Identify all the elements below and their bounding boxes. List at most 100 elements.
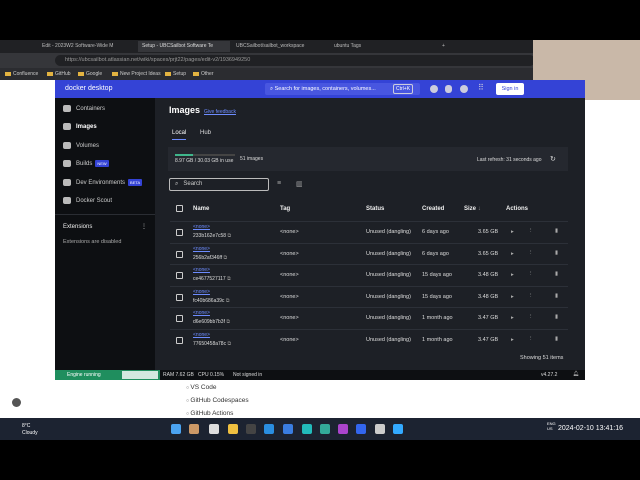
language[interactable]: ENG US bbox=[547, 421, 557, 431]
table-row[interactable]: <none> d6e609bb7b3f ⧉ <none> Unused (dan… bbox=[170, 307, 568, 328]
learn-icon[interactable] bbox=[430, 85, 438, 93]
table-row[interactable]: <none> fc40b686a39c ⧉ <none> Unused (dan… bbox=[170, 285, 568, 307]
more-icon[interactable]: ⋮ bbox=[528, 314, 534, 320]
run-icon[interactable]: ▸ bbox=[511, 315, 514, 321]
table-row[interactable]: <none> ce4677527117 ⧉ <none> Unused (dan… bbox=[170, 264, 568, 285]
image-name-link[interactable]: <none> bbox=[193, 332, 210, 338]
sidebar-item-containers[interactable]: Containers bbox=[63, 105, 105, 112]
more-icon[interactable]: ⋮ bbox=[528, 336, 534, 342]
image-name-link[interactable]: <none> bbox=[193, 267, 210, 273]
sidebar-item-dev-environments[interactable]: Dev Environments BETA bbox=[63, 179, 143, 187]
copy-icon[interactable]: ⧉ bbox=[227, 276, 231, 282]
trash-icon[interactable]: ▮ bbox=[555, 250, 558, 256]
col-status[interactable]: Status bbox=[366, 206, 384, 212]
col-created[interactable]: Created bbox=[422, 206, 444, 212]
copy-icon[interactable]: ⧉ bbox=[227, 233, 231, 239]
tab-hub[interactable]: Hub bbox=[200, 130, 211, 136]
sidebar-item-builds[interactable]: Builds NEW bbox=[63, 160, 109, 168]
col-size[interactable]: Size ↓ bbox=[464, 206, 481, 212]
browser-tab[interactable]: ubuntu Tags bbox=[330, 41, 430, 52]
bookmark[interactable]: Confluence bbox=[5, 71, 38, 77]
app-icon[interactable] bbox=[189, 424, 199, 434]
browser-tab[interactable]: UBCSailbot/sailbot_workspace bbox=[232, 41, 324, 52]
image-status: Unused (dangling) bbox=[366, 315, 411, 322]
more-icon[interactable]: ⋮ bbox=[528, 271, 534, 277]
run-icon[interactable]: ▸ bbox=[511, 294, 514, 300]
docker-icon[interactable] bbox=[393, 424, 403, 434]
col-tag[interactable]: Tag bbox=[280, 206, 290, 212]
sidebar-item-docker-scout[interactable]: Docker Scout bbox=[63, 197, 112, 204]
sign-in-button[interactable]: Sign in bbox=[496, 83, 524, 95]
bookmark[interactable]: Setup bbox=[165, 71, 186, 77]
row-checkbox[interactable] bbox=[176, 229, 183, 236]
row-checkbox[interactable] bbox=[176, 315, 183, 323]
onenote-icon[interactable] bbox=[338, 424, 348, 434]
columns-icon[interactable]: ▥ bbox=[296, 180, 303, 188]
table-row[interactable]: <none> 77650458a78c ⧉ <none> Unused (dan… bbox=[170, 329, 568, 350]
sidebar-item-volumes[interactable]: Volumes bbox=[63, 142, 99, 149]
bookmark[interactable]: Google bbox=[78, 71, 102, 77]
trash-icon[interactable]: ▮ bbox=[555, 336, 558, 342]
new-tab-icon[interactable]: + bbox=[438, 41, 449, 52]
filter-icon[interactable]: ≡ bbox=[277, 180, 281, 187]
select-all-checkbox[interactable] bbox=[176, 205, 183, 212]
terminal-icon[interactable] bbox=[246, 424, 256, 434]
bookmark[interactable]: Other bbox=[193, 71, 214, 77]
app-icon[interactable] bbox=[283, 424, 293, 434]
trash-icon[interactable]: ▮ bbox=[555, 314, 558, 320]
copy-icon[interactable]: ⧉ bbox=[226, 298, 230, 304]
file-explorer-icon[interactable] bbox=[228, 424, 238, 434]
bookmark[interactable]: GitHub bbox=[47, 71, 71, 77]
table-row[interactable]: <none> 233b162e7c58 ⧉ <none> Unused (dan… bbox=[170, 221, 568, 242]
row-checkbox[interactable] bbox=[176, 272, 183, 280]
more-icon[interactable]: ⋮ bbox=[528, 228, 534, 234]
app-icon[interactable] bbox=[209, 424, 219, 434]
browser-tab[interactable]: Edit - 2023W2 Software-Wide M bbox=[38, 41, 138, 52]
trash-icon[interactable]: ▮ bbox=[555, 271, 558, 277]
version: v4.27.2 bbox=[541, 372, 558, 378]
edge-icon[interactable] bbox=[302, 424, 312, 434]
sidebar-item-images[interactable]: Images bbox=[63, 123, 97, 130]
vscode-icon[interactable] bbox=[264, 424, 274, 434]
image-id: 77650458a78c ⧉ bbox=[193, 341, 231, 347]
settings-icon[interactable] bbox=[460, 85, 468, 93]
image-name-link[interactable]: <none> bbox=[193, 289, 210, 295]
run-icon[interactable]: ▸ bbox=[511, 229, 514, 235]
bookmark[interactable]: New Project Ideas bbox=[112, 71, 161, 77]
start-icon[interactable] bbox=[171, 424, 181, 434]
extensions-icon[interactable] bbox=[445, 85, 452, 93]
browser-tab[interactable]: Setup - UBCSailbot Software Te bbox=[138, 41, 230, 52]
apps-grid-icon[interactable]: ⠿ bbox=[478, 83, 484, 92]
edge-dev-icon[interactable] bbox=[320, 424, 330, 434]
more-icon[interactable]: ⋮ bbox=[141, 223, 147, 230]
more-icon[interactable]: ⋮ bbox=[528, 293, 534, 299]
help-icon[interactable] bbox=[12, 398, 21, 407]
row-checkbox[interactable] bbox=[176, 250, 183, 258]
app-icon[interactable] bbox=[375, 424, 385, 434]
tab-local[interactable]: Local bbox=[172, 130, 187, 140]
row-checkbox[interactable] bbox=[176, 293, 183, 301]
url-field[interactable]: https://ubcsailbot.atlassian.net/wiki/sp… bbox=[55, 55, 535, 66]
more-icon[interactable]: ⋮ bbox=[528, 250, 534, 256]
copy-icon[interactable]: ⧉ bbox=[226, 319, 230, 325]
image-search-input[interactable]: ⌕ Search bbox=[169, 178, 269, 191]
image-name-link[interactable]: <none> bbox=[193, 310, 210, 316]
trash-icon[interactable]: ▮ bbox=[555, 293, 558, 299]
table-row[interactable]: <none> 256b2af346ff ⧉ <none> Unused (dan… bbox=[170, 242, 568, 264]
col-name[interactable]: Name bbox=[193, 206, 209, 212]
give-feedback-link[interactable]: Give feedback bbox=[204, 109, 236, 115]
image-name-link[interactable]: <none> bbox=[193, 246, 210, 252]
image-name-link[interactable]: <none> bbox=[193, 224, 210, 230]
run-icon[interactable]: ▸ bbox=[511, 337, 514, 343]
zoom-icon[interactable] bbox=[356, 424, 366, 434]
refresh-icon[interactable]: ↻ bbox=[550, 155, 556, 163]
clock[interactable]: 2024-02-10 13:41:16 bbox=[558, 425, 623, 432]
run-icon[interactable]: ▸ bbox=[511, 251, 514, 257]
engine-controls[interactable] bbox=[122, 371, 158, 379]
run-icon[interactable]: ▸ bbox=[511, 272, 514, 278]
bell-icon[interactable]: 🔔︎ bbox=[573, 371, 579, 377]
trash-icon[interactable]: ▮ bbox=[555, 228, 558, 234]
copy-icon[interactable]: ⧉ bbox=[227, 341, 231, 347]
copy-icon[interactable]: ⧉ bbox=[224, 255, 228, 261]
row-checkbox[interactable] bbox=[176, 337, 183, 344]
